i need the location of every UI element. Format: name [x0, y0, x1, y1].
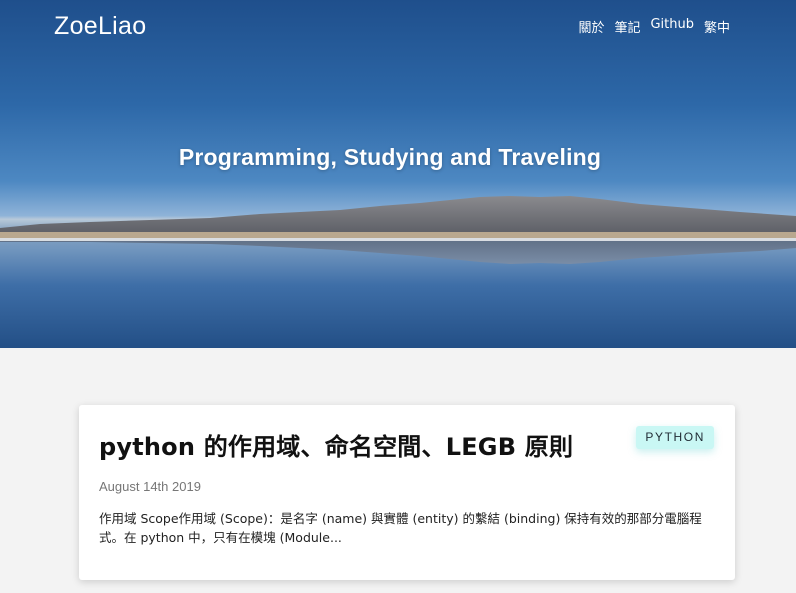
hero-banner: ZoeLiao 關於 筆記 Github 繁中 Programming, Stu…	[0, 0, 796, 348]
nav-item-about[interactable]: 關於	[578, 17, 604, 36]
nav-item-github[interactable]: Github	[650, 17, 694, 36]
site-logo[interactable]: ZoeLiao	[54, 12, 146, 41]
post-excerpt: 作用域 Scope作用域 (Scope)：是名字 (name) 與實體 (ent…	[99, 511, 702, 545]
post-date: August 14th 2019	[99, 479, 201, 494]
post-tag-badge[interactable]: PYTHON	[636, 426, 714, 449]
site-tagline: Programming, Studying and Traveling	[178, 144, 602, 170]
post-title[interactable]: python 的作用域、命名空間、LEGB 原則	[99, 427, 573, 462]
nav-item-language[interactable]: 繁中	[704, 17, 730, 36]
post-card[interactable]: python 的作用域、命名空間、LEGB 原則 PYTHON August 1…	[79, 405, 735, 580]
hero-landscape-image	[0, 196, 796, 264]
nav-item-notes[interactable]: 筆記	[614, 17, 640, 36]
main-nav: 關於 筆記 Github 繁中	[578, 17, 730, 36]
